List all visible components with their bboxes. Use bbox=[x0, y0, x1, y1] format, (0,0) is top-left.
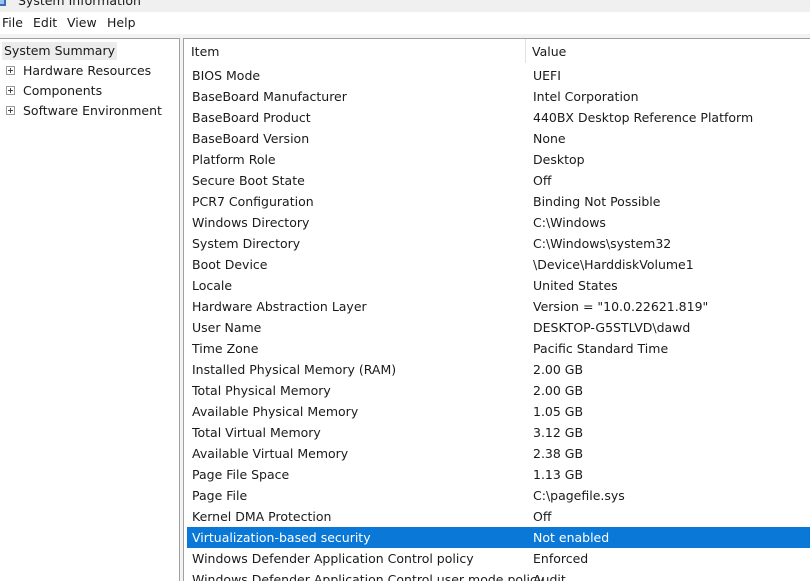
cell-item: Secure Boot State bbox=[192, 173, 305, 188]
list-header: Item Value bbox=[184, 39, 810, 63]
cell-value: \Device\HarddiskVolume1 bbox=[533, 257, 694, 272]
cell-value: Binding Not Possible bbox=[533, 194, 661, 209]
column-header-item[interactable]: Item bbox=[191, 39, 219, 63]
cell-item: Available Physical Memory bbox=[192, 404, 359, 419]
table-row[interactable]: System Directory C:\Windows\system32 bbox=[187, 233, 810, 254]
title-bar: System Information bbox=[0, 0, 810, 12]
cell-item: Total Virtual Memory bbox=[192, 425, 321, 440]
column-divider[interactable] bbox=[525, 39, 526, 63]
cell-item: PCR7 Configuration bbox=[192, 194, 314, 209]
table-body: BIOS Mode UEFI BaseBoard Manufacturer Intel… bbox=[187, 65, 810, 581]
cell-value: Audit bbox=[533, 572, 566, 581]
details-list[interactable]: Item Value BIOS Mode UEFI BaseBoard Manufa… bbox=[183, 38, 810, 581]
plus-expand-icon[interactable] bbox=[6, 106, 15, 115]
cell-item: Boot Device bbox=[192, 257, 268, 272]
cell-item: Total Physical Memory bbox=[192, 383, 331, 398]
cell-value: Version = "10.0.22621.819" bbox=[533, 299, 709, 314]
table-row[interactable]: User Name DESKTOP-G5STLVD\dawd bbox=[187, 317, 810, 338]
system-information-icon bbox=[0, 0, 6, 6]
table-row[interactable]: BaseBoard Version None bbox=[187, 128, 810, 149]
category-tree: System Summary Hardware Resources Compon… bbox=[0, 38, 180, 581]
cell-value: C:\pagefile.sys bbox=[533, 488, 625, 503]
menu-help[interactable]: Help bbox=[107, 15, 136, 30]
table-row[interactable]: Kernel DMA Protection Off bbox=[187, 506, 810, 527]
cell-value: Enforced bbox=[533, 551, 589, 566]
cell-item: Locale bbox=[192, 278, 233, 293]
cell-value: 1.13 GB bbox=[533, 467, 584, 482]
table-row[interactable]: Secure Boot State Off bbox=[187, 170, 810, 191]
cell-item: Windows Defender Application Control use… bbox=[192, 572, 545, 581]
table-row[interactable]: Windows Defender Application Control pol… bbox=[187, 548, 810, 569]
table-row[interactable]: Virtualization-based security Not enabled bbox=[187, 527, 810, 548]
table-row[interactable]: Hardware Abstraction Layer Version = "10.… bbox=[187, 296, 810, 317]
cell-value: United States bbox=[533, 278, 618, 293]
cell-item: BIOS Mode bbox=[192, 68, 261, 83]
menu-edit[interactable]: Edit bbox=[33, 15, 57, 30]
cell-item: Available Virtual Memory bbox=[192, 446, 349, 461]
cell-value: Not enabled bbox=[533, 530, 610, 545]
table-row[interactable]: Windows Defender Application Control use… bbox=[187, 569, 810, 581]
cell-item: Kernel DMA Protection bbox=[192, 509, 332, 524]
menu-bar: File Edit View Help bbox=[0, 12, 810, 34]
table-row[interactable]: Time Zone Pacific Standard Time bbox=[187, 338, 810, 359]
tree-item-label: Components bbox=[23, 83, 103, 98]
cell-value: C:\Windows\system32 bbox=[533, 236, 672, 251]
cell-item: Platform Role bbox=[192, 152, 276, 167]
cell-item: BaseBoard Version bbox=[192, 131, 310, 146]
plus-expand-icon[interactable] bbox=[6, 86, 15, 95]
menu-file[interactable]: File bbox=[2, 15, 23, 30]
cell-value: 2.38 GB bbox=[533, 446, 584, 461]
table-row[interactable]: Total Virtual Memory 3.12 GB bbox=[187, 422, 810, 443]
cell-item: BaseBoard Manufacturer bbox=[192, 89, 347, 104]
cell-value: Off bbox=[533, 509, 552, 524]
table-row[interactable]: Available Physical Memory 1.05 GB bbox=[187, 401, 810, 422]
table-row[interactable]: Available Virtual Memory 2.38 GB bbox=[187, 443, 810, 464]
table-row[interactable]: Windows Directory C:\Windows bbox=[187, 212, 810, 233]
cell-value: Pacific Standard Time bbox=[533, 341, 669, 356]
table-row[interactable]: PCR7 Configuration Binding Not Possible bbox=[187, 191, 810, 212]
menu-view[interactable]: View bbox=[67, 15, 97, 30]
cell-item: Virtualization-based security bbox=[192, 530, 371, 545]
table-row[interactable]: Page File Space 1.13 GB bbox=[187, 464, 810, 485]
cell-item: Page File Space bbox=[192, 467, 290, 482]
cell-value: Off bbox=[533, 173, 552, 188]
cell-item: Time Zone bbox=[192, 341, 259, 356]
cell-value: 440BX Desktop Reference Platform bbox=[533, 110, 754, 125]
table-row[interactable]: BaseBoard Manufacturer Intel Corporation bbox=[187, 86, 810, 107]
table-row[interactable]: Locale United States bbox=[187, 275, 810, 296]
cell-value: 2.00 GB bbox=[533, 362, 584, 377]
cell-value: C:\Windows bbox=[533, 215, 606, 230]
cell-item: Page File bbox=[192, 488, 248, 503]
tree-item-label: Hardware Resources bbox=[23, 63, 152, 78]
tree-item-label: Software Environment bbox=[23, 103, 162, 118]
cell-value: 3.12 GB bbox=[533, 425, 584, 440]
table-row[interactable]: BaseBoard Product 440BX Desktop Reference… bbox=[187, 107, 810, 128]
table-row[interactable]: Boot Device \Device\HarddiskVolume1 bbox=[187, 254, 810, 275]
table-row[interactable]: Installed Physical Memory (RAM) 2.00 GB bbox=[187, 359, 810, 380]
cell-item: BaseBoard Product bbox=[192, 110, 311, 125]
window-title: System Information bbox=[18, 0, 141, 8]
column-header-value[interactable]: Value bbox=[532, 39, 566, 63]
cell-item: Hardware Abstraction Layer bbox=[192, 299, 367, 314]
table-row[interactable]: BIOS Mode UEFI bbox=[187, 65, 810, 86]
cell-value: Intel Corporation bbox=[533, 89, 639, 104]
cell-item: User Name bbox=[192, 320, 262, 335]
table-row[interactable]: Page File C:\pagefile.sys bbox=[187, 485, 810, 506]
cell-item: Windows Defender Application Control pol… bbox=[192, 551, 474, 566]
cell-value: 1.05 GB bbox=[533, 404, 584, 419]
cell-value: DESKTOP-G5STLVD\dawd bbox=[533, 320, 691, 335]
cell-value: None bbox=[533, 131, 566, 146]
table-row[interactable]: Platform Role Desktop bbox=[187, 149, 810, 170]
cell-item: Installed Physical Memory (RAM) bbox=[192, 362, 397, 377]
cell-value: Desktop bbox=[533, 152, 585, 167]
cell-item: Windows Directory bbox=[192, 215, 310, 230]
plus-expand-icon[interactable] bbox=[6, 66, 15, 75]
cell-value: 2.00 GB bbox=[533, 383, 584, 398]
tree-item-system-summary[interactable]: System Summary bbox=[2, 42, 117, 60]
table-row[interactable]: Total Physical Memory 2.00 GB bbox=[187, 380, 810, 401]
cell-item: System Directory bbox=[192, 236, 301, 251]
cell-value: UEFI bbox=[533, 68, 561, 83]
